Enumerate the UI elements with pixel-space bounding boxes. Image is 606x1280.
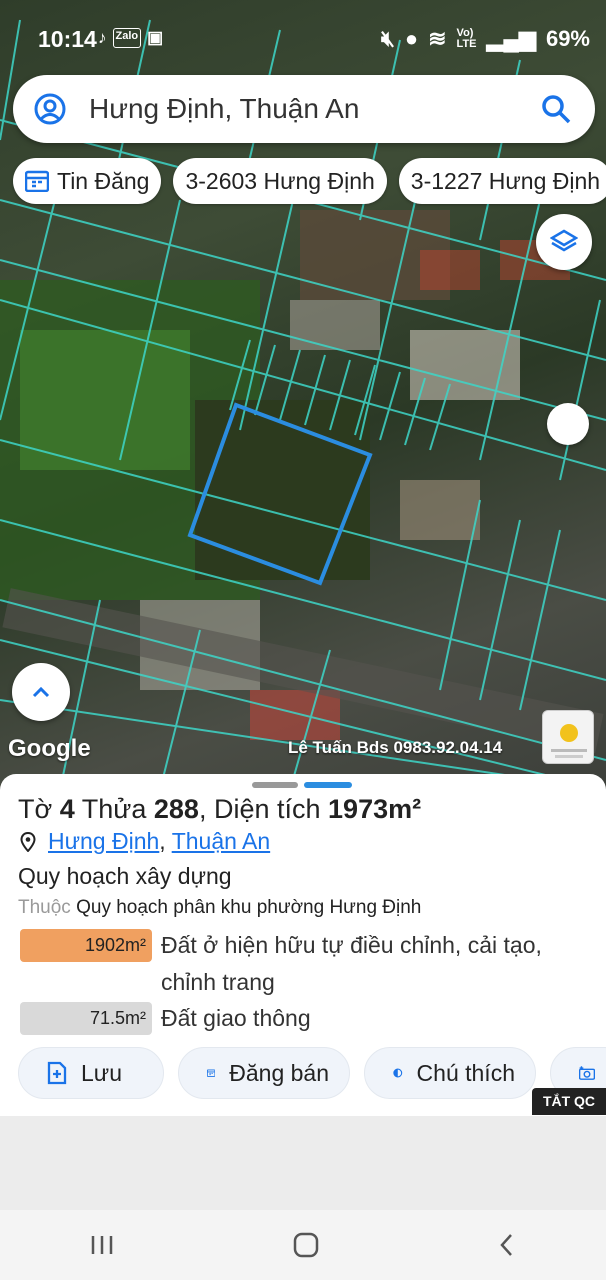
legend-button[interactable]: Chú thích bbox=[364, 1047, 536, 1099]
volte-icon: Vo) LTE bbox=[456, 27, 477, 50]
area-label: , Diện tích bbox=[198, 794, 321, 824]
plan-belongs: Thuộc Quy hoạch phân khu phường Hưng Địn… bbox=[18, 897, 421, 919]
gallery-icon: ▣ bbox=[147, 28, 164, 47]
location-icon: ● bbox=[404, 26, 419, 51]
action-buttons: Lưu Đăng bán Chú thích bbox=[18, 1047, 606, 1099]
belongs-label: Thuộc bbox=[18, 897, 71, 918]
plot-number: 288 bbox=[153, 794, 199, 824]
system-nav-bar bbox=[0, 1210, 606, 1280]
sheet-handle[interactable] bbox=[252, 782, 298, 788]
status-bar: 10:14 ♪ Zalo ▣ 🔇︎ ● ≋ Vo) LTE ▂▄▆ 69% bbox=[0, 0, 606, 72]
zone-row: 1902m² Đất ở hiện hữu tự điều chỉnh, cải… bbox=[20, 929, 561, 1001]
title-prefix: Tờ bbox=[18, 794, 53, 824]
zone-description: Đất ở hiện hữu tự điều chỉnh, cải tạo, c… bbox=[161, 932, 542, 995]
add-file-icon bbox=[47, 1061, 67, 1085]
zone-row: 71.5m² Đất giao thông bbox=[20, 1002, 561, 1037]
chip-parcel-1227[interactable]: 3-1227 Hưng Định bbox=[398, 158, 606, 204]
section-heading: Quy hoạch xây dựng bbox=[18, 863, 232, 889]
zone-area-badge: 1902m² bbox=[20, 929, 152, 962]
parcel-info-sheet: Tờ 4 Thửa 288, Diện tích 1973m² Hưng Địn… bbox=[0, 774, 606, 1116]
chip-parcel-2603[interactable]: 3-2603 Hưng Định bbox=[173, 158, 387, 204]
city-link[interactable]: Thuận An bbox=[172, 828, 270, 855]
location-separator: , bbox=[159, 828, 166, 854]
home-icon[interactable] bbox=[293, 1232, 319, 1258]
chip-label: Tin Đăng bbox=[57, 167, 150, 194]
calendar-icon bbox=[25, 170, 49, 192]
street-view-thumbnail[interactable] bbox=[542, 710, 594, 764]
account-icon[interactable] bbox=[33, 92, 67, 126]
ad-area bbox=[0, 1116, 606, 1210]
belongs-value: Quy hoạch phân khu phường Hưng Định bbox=[76, 897, 422, 918]
chevron-up-icon bbox=[32, 686, 50, 698]
google-logo: Google bbox=[8, 735, 91, 762]
chip-label: 3-2603 Hưng Định bbox=[185, 167, 375, 194]
sheet-number: 4 bbox=[59, 794, 75, 824]
calendar-icon bbox=[207, 1069, 216, 1077]
contrast-icon bbox=[393, 1068, 403, 1078]
save-button[interactable]: Lưu bbox=[18, 1047, 164, 1099]
search-bar[interactable]: Hưng Định, Thuận An bbox=[13, 75, 595, 143]
recent-apps-icon[interactable] bbox=[89, 1234, 115, 1256]
layers-button[interactable] bbox=[536, 214, 592, 270]
expand-up-button[interactable] bbox=[12, 663, 70, 721]
zone-area-badge: 71.5m² bbox=[20, 1002, 152, 1035]
parcel-title: Tờ 4 Thửa 288, Diện tích 1973m² bbox=[18, 794, 421, 825]
close-ad-button[interactable]: TẮT QC bbox=[532, 1088, 606, 1115]
zalo-icon: Zalo bbox=[112, 28, 142, 48]
legend-label: Chú thích bbox=[416, 1059, 515, 1086]
plot-label: Thửa bbox=[81, 794, 147, 824]
thumbnail-icon bbox=[551, 724, 587, 758]
wifi-icon: ≋ bbox=[428, 26, 447, 51]
quick-chips: Tin Đăng 3-2603 Hưng Định 3-1227 Hưng Đị… bbox=[13, 158, 606, 204]
mute-icon: 🔇︎ bbox=[380, 26, 395, 51]
opacity-slider-handle[interactable] bbox=[547, 403, 589, 445]
tiktok-icon: ♪ bbox=[98, 28, 107, 47]
post-sale-button[interactable]: Đăng bán bbox=[178, 1047, 350, 1099]
save-label: Lưu bbox=[81, 1059, 122, 1086]
search-icon[interactable] bbox=[541, 94, 571, 124]
parcel-location: Hưng Định, Thuận An bbox=[20, 828, 270, 855]
layers-icon bbox=[550, 229, 578, 252]
sheet-handle-active[interactable] bbox=[304, 782, 352, 788]
post-sale-label: Đăng bán bbox=[229, 1059, 329, 1086]
back-icon[interactable] bbox=[497, 1232, 517, 1258]
chip-tin-dang[interactable]: Tin Đăng bbox=[13, 158, 162, 204]
location-pin-icon bbox=[20, 831, 36, 852]
camera-icon bbox=[579, 1066, 595, 1080]
watermark-text: Lê Tuấn Bds 0983.92.04.14 bbox=[288, 738, 503, 757]
area-value: 1973m² bbox=[328, 794, 422, 824]
ward-link[interactable]: Hưng Định bbox=[48, 828, 159, 855]
chip-label: 3-1227 Hưng Định bbox=[410, 167, 601, 194]
signal-icon: ▂▄▆ bbox=[486, 26, 536, 51]
search-input[interactable]: Hưng Định, Thuận An bbox=[89, 93, 541, 125]
clock: 10:14 bbox=[38, 26, 97, 52]
battery-level: 69% bbox=[545, 26, 590, 51]
zone-description: Đất giao thông bbox=[161, 1005, 311, 1031]
